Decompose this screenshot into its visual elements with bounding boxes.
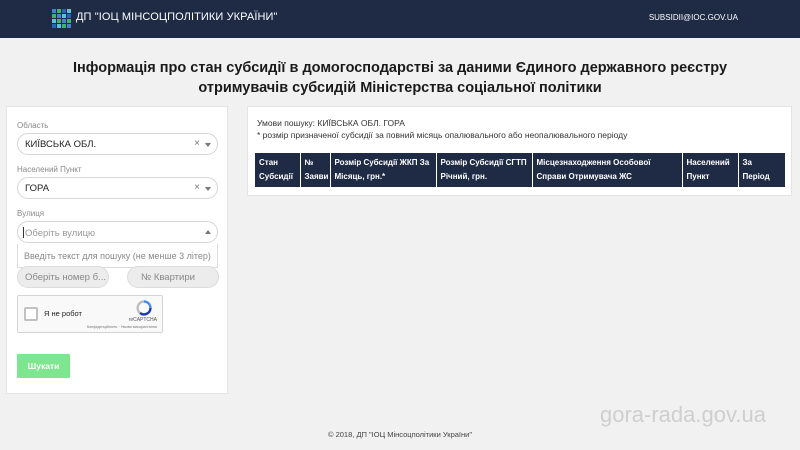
apartment-input[interactable]: № Квартири (127, 266, 219, 288)
recaptcha-widget: Я не робот reCAPTCHA Конфіденційність · … (17, 295, 163, 333)
column-header[interactable]: Населений Пункт (682, 153, 739, 187)
clear-icon[interactable]: × (194, 182, 200, 193)
contact-email[interactable]: SUBSIDII@IOC.GOV.UA (649, 13, 738, 22)
search-form: Область КИЇВСЬКА ОБЛ. × Населений Пункт … (6, 106, 228, 394)
column-header[interactable]: Розмір Субсидії ЖКП За Місяць, грн.* (330, 153, 437, 187)
column-header[interactable]: Розмір Субсидії СГТП Річний, грн. (436, 153, 533, 187)
locality-value: ГОРА (25, 183, 50, 194)
chevron-up-icon[interactable] (205, 230, 211, 234)
watermark-text: gora-rada.gov.ua (600, 402, 766, 427)
page-title-line-1: Інформація про стан субсидії в домогоспо… (72, 60, 728, 76)
chevron-down-icon[interactable] (205, 143, 211, 147)
recaptcha-label: Я не робот (44, 309, 82, 318)
street-select[interactable]: Оберіть вулицю (17, 221, 218, 243)
search-button[interactable]: Шукати (17, 354, 70, 378)
column-header[interactable]: № Заяви (300, 153, 331, 187)
page-title-line-2: отримувачів субсидій Міністерства соціал… (198, 80, 602, 96)
table-header-row: Стан Субсидії № Заяви Розмір Субсидії ЖК… (255, 153, 785, 187)
subsidy-note: * розмір призначеної субсидії за повний … (257, 130, 628, 140)
region-label: Область (17, 121, 49, 130)
street-label: Вулиця (17, 209, 45, 218)
page-title: Інформація про стан субсидії в домогоспо… (0, 58, 800, 98)
street-dropdown: Введіть текст для пошуку (не менше 3 літ… (17, 244, 218, 268)
column-header[interactable]: За Період (738, 153, 785, 187)
recaptcha-brand: reCAPTCHA (128, 317, 157, 323)
recaptcha-icon (136, 300, 152, 316)
street-placeholder: Оберіть вулицю (25, 228, 96, 239)
footer-copyright: © 2018, ДП "ІОЦ Мінсоцполітики України" (327, 430, 472, 439)
locality-select[interactable]: ГОРА × (17, 177, 218, 199)
results-table: Стан Субсидії № Заяви Розмір Субсидії ЖК… (255, 153, 785, 187)
region-select[interactable]: КИЇВСЬКА ОБЛ. × (17, 133, 218, 155)
region-value: КИЇВСЬКА ОБЛ. (25, 139, 97, 150)
recaptcha-checkbox[interactable] (24, 307, 38, 321)
logo-icon (52, 9, 71, 28)
chevron-down-icon[interactable] (205, 187, 211, 191)
house-number-select[interactable]: Оберіть номер б... (17, 266, 109, 288)
clear-icon[interactable]: × (194, 138, 200, 149)
results-panel: Умови пошуку: КИЇВСЬКА ОБЛ. ГОРА * розмі… (247, 106, 792, 196)
column-header[interactable]: Місцезнаходження Особової Справи Отримув… (532, 153, 683, 187)
recaptcha-links[interactable]: Конфіденційність · Умови використання (87, 325, 157, 329)
brand-name: ДП "ІОЦ МІНСОЦПОЛІТИКИ УКРАЇНИ" (76, 11, 278, 23)
top-bar: ДП "ІОЦ МІНСОЦПОЛІТИКИ УКРАЇНИ" SUBSIDII… (0, 0, 800, 38)
search-conditions: Умови пошуку: КИЇВСЬКА ОБЛ. ГОРА (257, 118, 405, 128)
column-header[interactable]: Стан Субсидії (255, 153, 301, 187)
locality-label: Населений Пункт (17, 165, 82, 174)
street-search-hint: Введіть текст для пошуку (не менше 3 літ… (24, 251, 211, 261)
